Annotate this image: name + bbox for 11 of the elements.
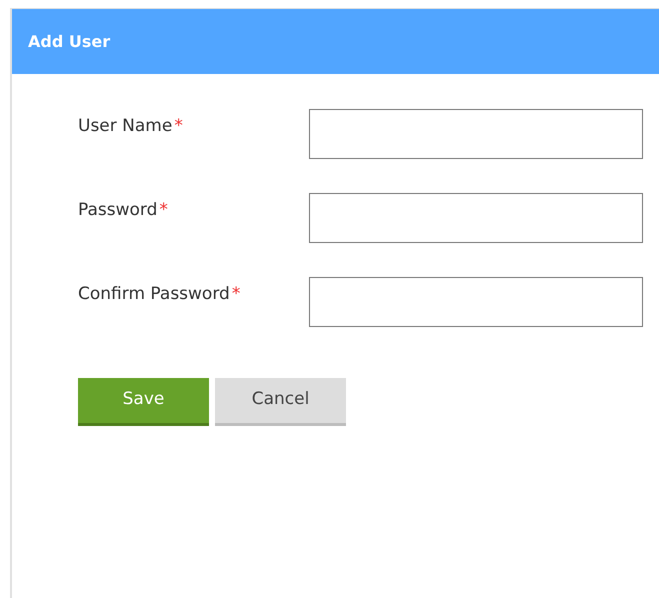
field-label: Confirm Password xyxy=(78,284,230,304)
required-mark: * xyxy=(159,200,168,220)
cancel-button[interactable]: Cancel xyxy=(215,378,346,426)
dialog-title: Add User xyxy=(28,32,110,51)
field-label: Password xyxy=(78,200,158,220)
required-mark: * xyxy=(174,116,183,136)
field-label: User Name xyxy=(78,116,172,136)
required-mark: * xyxy=(232,284,240,304)
input-field[interactable] xyxy=(309,193,643,243)
input-field[interactable] xyxy=(309,109,643,159)
input-field[interactable] xyxy=(309,277,643,327)
